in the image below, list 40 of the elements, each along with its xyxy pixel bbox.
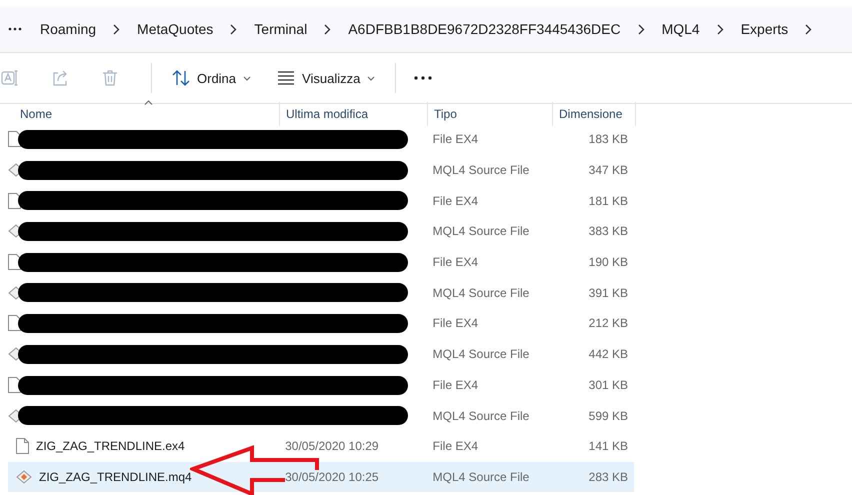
breadcrumb-item[interactable]: Terminal [254, 21, 308, 37]
file-size: 347 KB [588, 163, 628, 178]
column-header[interactable]: Dimensione [559, 107, 622, 121]
file-type: MQL4 Source File [432, 470, 530, 484]
file-size: 599 KB [588, 408, 628, 423]
breadcrumb-item[interactable]: MQL4 [662, 21, 700, 37]
view-button[interactable]: Visualizza [271, 66, 382, 90]
breadcrumb-item[interactable]: Experts [740, 21, 788, 37]
file-size: 181 KB [588, 194, 628, 208]
file-size: 383 KB [588, 224, 628, 238]
column-header[interactable]: Tipo [434, 107, 457, 121]
file-type: MQL4 Source File [432, 347, 530, 362]
breadcrumb-item[interactable]: MetaQuotes [137, 21, 214, 37]
file-size: 283 KB [588, 470, 628, 484]
file-size: 391 KB [588, 286, 628, 300]
file-size: 301 KB [588, 378, 628, 392]
file-type: File EX4 [432, 194, 478, 208]
file-size: 141 KB [588, 439, 628, 454]
file-type: File EX4 [432, 132, 478, 146]
breadcrumb-item[interactable]: Roaming [40, 21, 96, 37]
file-size: 190 KB [588, 255, 628, 270]
file-type: File EX4 [432, 316, 478, 330]
file-name: ZIG_ZAG_TRENDLINE.ex4 [36, 439, 185, 454]
file-size: 442 KB [588, 347, 628, 362]
modified-date: 30/05/2020 10:29 [285, 439, 379, 454]
file-type: File EX4 [432, 439, 478, 454]
file-size: 183 KB [588, 132, 628, 146]
file-type: MQL4 Source File [432, 163, 530, 178]
column-header[interactable]: Ultima modifica [286, 107, 368, 121]
file-type: MQL4 Source File [432, 286, 530, 300]
breadcrumb-item[interactable]: A6DFBB1B8DE9672D2328FF3445436DEC [348, 21, 621, 37]
sort-button[interactable]: Ordina [166, 66, 258, 90]
modified-date: 30/05/2020 10:25 [285, 470, 379, 484]
file-size: 212 KB [588, 316, 628, 330]
file-type: MQL4 Source File [432, 408, 530, 423]
file-name: ZIG_ZAG_TRENDLINE.mq4 [39, 470, 192, 484]
column-header[interactable]: Nome [20, 107, 52, 121]
file-type: File EX4 [432, 255, 478, 270]
file-type: MQL4 Source File [432, 224, 530, 238]
file-type: File EX4 [432, 378, 478, 392]
